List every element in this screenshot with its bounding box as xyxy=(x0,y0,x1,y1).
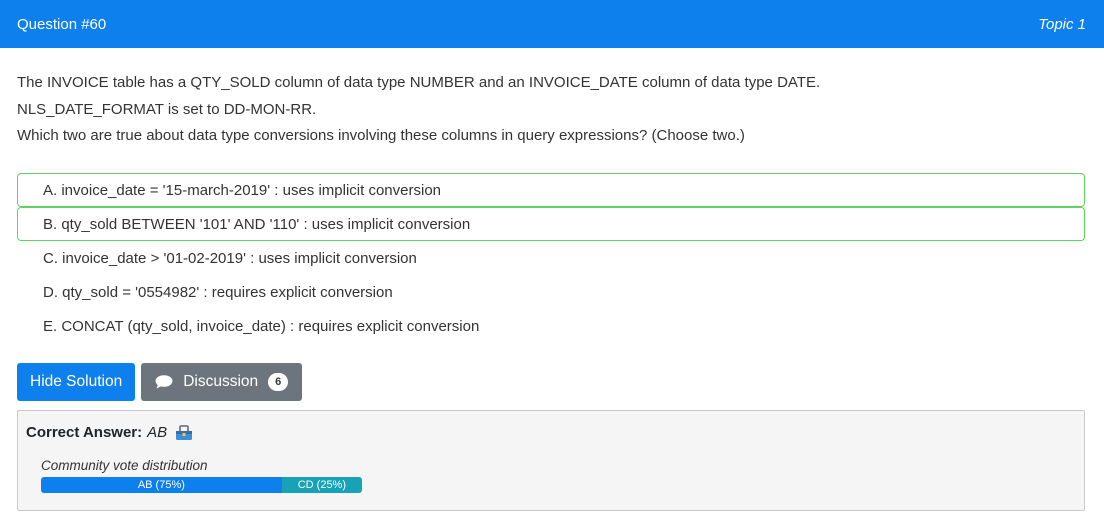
chat-bubble-icon xyxy=(155,375,173,389)
choice-text: E. CONCAT (qty_sold, invoice_date) : req… xyxy=(43,317,480,335)
vote-distribution-title: Community vote distribution xyxy=(41,458,208,473)
correct-answer-value: AB xyxy=(147,423,168,441)
question-number: Question #60 xyxy=(17,15,107,33)
choice-list: A. invoice_date = '15-march-2019' : uses… xyxy=(17,173,1085,343)
question-line: The INVOICE table has a QTY_SOLD column … xyxy=(17,74,821,91)
discussion-button[interactable]: Discussion 6 xyxy=(141,363,303,401)
choice-e[interactable]: E. CONCAT (qty_sold, invoice_date) : req… xyxy=(17,309,1085,343)
choice-text: B. qty_sold BETWEEN '101' AND '110' : us… xyxy=(43,215,471,233)
choice-c[interactable]: C. invoice_date > '01-02-2019' : uses im… xyxy=(17,241,1085,275)
choice-text: C. invoice_date > '01-02-2019' : uses im… xyxy=(43,249,417,267)
discussion-label: Discussion xyxy=(183,373,259,390)
choice-d[interactable]: D. qty_sold = '0554982' : requires expli… xyxy=(17,275,1085,309)
vote-segment: CD (25%) xyxy=(281,477,362,493)
solution-panel: Correct Answer: AB Community vote distri… xyxy=(17,410,1085,511)
topic-label: Topic 1 xyxy=(1038,15,1086,33)
correct-answer-label: Correct Answer: xyxy=(26,423,143,441)
question-line: Which two are true about data type conve… xyxy=(17,127,745,144)
correct-answer-line: Correct Answer: AB xyxy=(26,423,1076,441)
question-header: Question #60 Topic 1 xyxy=(0,0,1104,48)
question-text: The INVOICE table has a QTY_SOLD column … xyxy=(17,70,1077,150)
toolbox-icon xyxy=(176,425,193,440)
vote-distribution-bar: AB (75%) CD (25%) xyxy=(41,477,362,493)
action-buttons: Hide Solution Discussion 6 xyxy=(17,363,303,401)
choice-a[interactable]: A. invoice_date = '15-march-2019' : uses… xyxy=(17,173,1085,207)
discussion-count-badge: 6 xyxy=(268,373,289,391)
hide-solution-button[interactable]: Hide Solution xyxy=(17,363,136,401)
vote-segment: AB (75%) xyxy=(41,477,282,493)
choice-b[interactable]: B. qty_sold BETWEEN '101' AND '110' : us… xyxy=(17,207,1085,241)
choice-text: A. invoice_date = '15-march-2019' : uses… xyxy=(43,181,442,199)
question-line: NLS_DATE_FORMAT is set to DD-MON-RR. xyxy=(17,100,317,118)
choice-text: D. qty_sold = '0554982' : requires expli… xyxy=(43,283,393,301)
